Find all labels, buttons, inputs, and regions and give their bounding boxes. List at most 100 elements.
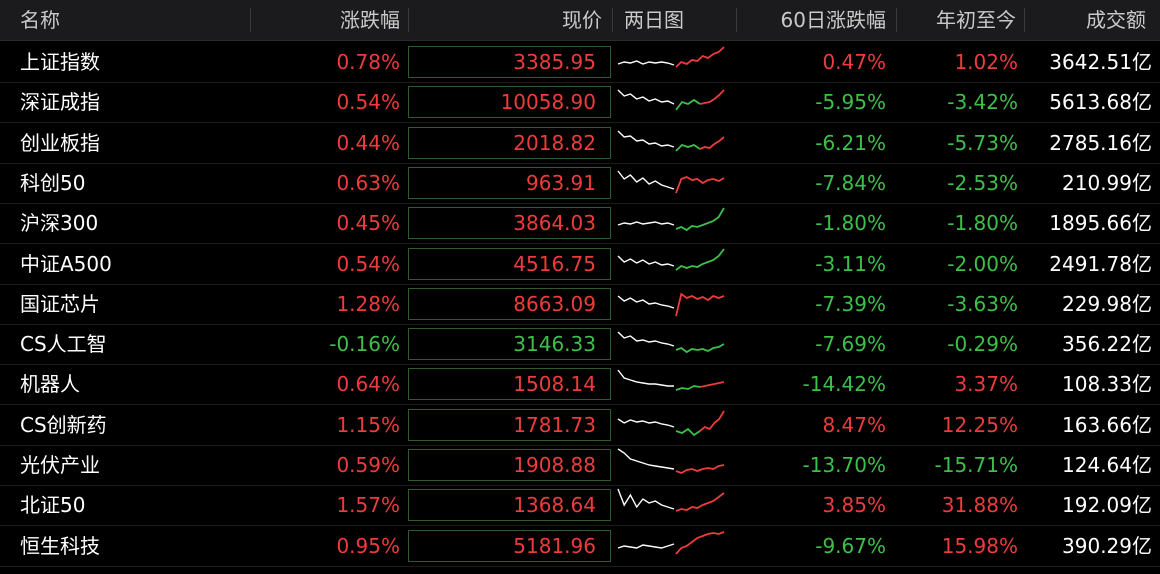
change-percent: 0.95% <box>336 533 400 558</box>
change-60day: -5.95% <box>815 90 886 115</box>
sparkline-day2 <box>675 292 725 317</box>
change-percent: 0.44% <box>336 130 400 155</box>
change-ytd: 12.25% <box>941 412 1018 437</box>
sparkline-day1 <box>617 295 675 309</box>
change-60day: -3.11% <box>815 251 886 276</box>
turnover: 2491.78亿 <box>1049 251 1152 276</box>
two-day-sparkline <box>617 207 725 232</box>
change-60day: -13.70% <box>802 453 886 477</box>
index-name: 上证指数 <box>20 50 100 74</box>
index-name: CS创新药 <box>20 412 107 437</box>
change-ytd: -2.53% <box>947 170 1018 195</box>
table-row[interactable]: CS人工智 -0.16% 3146.33 -7.69% -0.29% 356.22亿 <box>0 324 1160 366</box>
turnover: 390.29亿 <box>1062 533 1152 558</box>
change-60day: -7.39% <box>815 291 886 316</box>
current-price: 1781.73 <box>513 412 596 437</box>
change-ytd: -1.80% <box>947 211 1018 236</box>
sparkline-day1 <box>617 542 675 549</box>
change-ytd: -2.00% <box>947 251 1018 276</box>
sparkline-day2-part1 <box>675 385 701 392</box>
sparkline-day1 <box>617 130 675 148</box>
sparkline-day2 <box>675 175 725 194</box>
current-price: 10058.90 <box>500 90 596 115</box>
table-row[interactable]: 国证芯片 1.28% 8663.09 -7.39% -3.63% 229.98亿 <box>0 284 1160 325</box>
turnover: 163.66亿 <box>1062 412 1152 437</box>
change-ytd: -15.71% <box>934 453 1018 477</box>
sparkline-day1 <box>617 489 675 510</box>
table-row[interactable]: 机器人 0.64% 1508.14 -14.42% 3.37% 108.33亿 <box>0 364 1160 406</box>
sparkline-day2 <box>675 492 725 513</box>
two-day-sparkline <box>617 130 725 152</box>
change-percent: 0.63% <box>336 170 400 195</box>
column-divider <box>736 8 737 32</box>
current-price: 963.91 <box>526 170 596 195</box>
current-price: 2018.82 <box>513 130 596 155</box>
column-divider <box>250 8 251 32</box>
two-day-sparkline <box>617 170 725 194</box>
sparkline-day1 <box>617 221 675 226</box>
change-ytd: -3.63% <box>947 291 1018 316</box>
change-60day: -14.42% <box>802 372 886 397</box>
change-ytd: 31.88% <box>941 493 1018 518</box>
change-percent: 0.59% <box>336 453 400 477</box>
table-row[interactable]: 科创50 0.63% 963.91 -7.84% -2.53% 210.99亿 <box>0 163 1160 204</box>
table-row[interactable]: CS创新药 1.15% 1781.73 8.47% 12.25% 163.66亿 <box>0 405 1160 446</box>
table-row[interactable]: 沪深300 0.45% 3864.03 -1.80% -1.80% 1895.66亿 <box>0 203 1160 245</box>
turnover: 356.22亿 <box>1062 332 1152 357</box>
col-change60-header[interactable]: 60日涨跌幅 <box>740 0 886 40</box>
sparkline-day2 <box>675 207 725 232</box>
col-name-header[interactable]: 名称 <box>20 0 60 40</box>
table-row[interactable]: 恒生科技 0.95% 5181.96 -9.67% 15.98% 390.29亿 <box>0 526 1160 567</box>
col-change-header[interactable]: 涨跌幅 <box>260 0 400 40</box>
sparkline-day1 <box>617 60 675 66</box>
turnover: 5613.68亿 <box>1049 90 1152 115</box>
change-percent: 0.64% <box>336 372 400 397</box>
index-name: CS人工智 <box>20 332 107 357</box>
turnover: 2785.16亿 <box>1049 130 1152 155</box>
table-row[interactable]: 深证成指 0.54% 10058.90 -5.95% -3.42% 5613.68亿 <box>0 82 1160 124</box>
current-price: 1368.64 <box>513 493 596 518</box>
col-ytd-header[interactable]: 年初至今 <box>900 0 1016 40</box>
table-row[interactable]: 中证A500 0.54% 4516.75 -3.11% -2.00% 2491.78亿 <box>0 244 1160 285</box>
turnover: 124.64亿 <box>1062 453 1152 477</box>
table-row[interactable]: 创业板指 0.44% 2018.82 -6.21% -5.73% 2785.16亿 <box>0 123 1160 164</box>
index-name: 机器人 <box>20 372 80 397</box>
column-divider <box>896 8 897 32</box>
index-name: 北证50 <box>20 493 86 518</box>
turnover: 3642.51亿 <box>1049 50 1152 74</box>
two-day-sparkline <box>617 292 725 317</box>
change-percent: 1.28% <box>336 291 400 316</box>
current-price: 1908.88 <box>513 453 596 477</box>
table-row[interactable]: 光伏产业 0.59% 1908.88 -13.70% -15.71% 124.64亿 <box>0 445 1160 486</box>
change-60day: -7.69% <box>815 332 886 357</box>
col-turnover-header[interactable]: 成交额 <box>1030 0 1146 40</box>
two-day-sparkline <box>617 530 725 555</box>
change-percent: 0.78% <box>336 50 400 74</box>
change-60day: 3.85% <box>822 493 886 518</box>
change-60day: 8.47% <box>822 412 886 437</box>
change-percent: 0.45% <box>336 211 400 236</box>
current-price: 4516.75 <box>513 251 596 276</box>
change-60day: -7.84% <box>815 170 886 195</box>
turnover: 108.33亿 <box>1062 372 1152 397</box>
sparkline-day2-part2 <box>699 410 725 432</box>
col-price-header[interactable]: 现价 <box>408 0 602 40</box>
sparkline-day1 <box>617 170 675 190</box>
table-row[interactable]: 北证50 1.57% 1368.64 3.85% 31.88% 192.09亿 <box>0 485 1160 527</box>
change-percent: 0.54% <box>336 90 400 115</box>
sparkline-day2 <box>675 46 725 68</box>
turnover: 229.98亿 <box>1062 291 1152 316</box>
turnover: 192.09亿 <box>1062 493 1152 518</box>
sparkline-day2 <box>675 247 725 271</box>
change-percent: 1.57% <box>336 493 400 518</box>
sparkline-day1 <box>617 448 675 470</box>
change-ytd: 15.98% <box>941 533 1018 558</box>
current-price: 1508.14 <box>513 372 596 397</box>
table-row[interactable]: 上证指数 0.78% 3385.95 0.47% 1.02% 3642.51亿 <box>0 42 1160 83</box>
change-ytd: -5.73% <box>947 130 1018 155</box>
change-60day: 0.47% <box>822 50 886 74</box>
change-ytd: -0.29% <box>947 332 1018 357</box>
sparkline-day2 <box>675 530 725 555</box>
two-day-sparkline <box>617 247 725 271</box>
two-day-sparkline <box>617 369 725 392</box>
